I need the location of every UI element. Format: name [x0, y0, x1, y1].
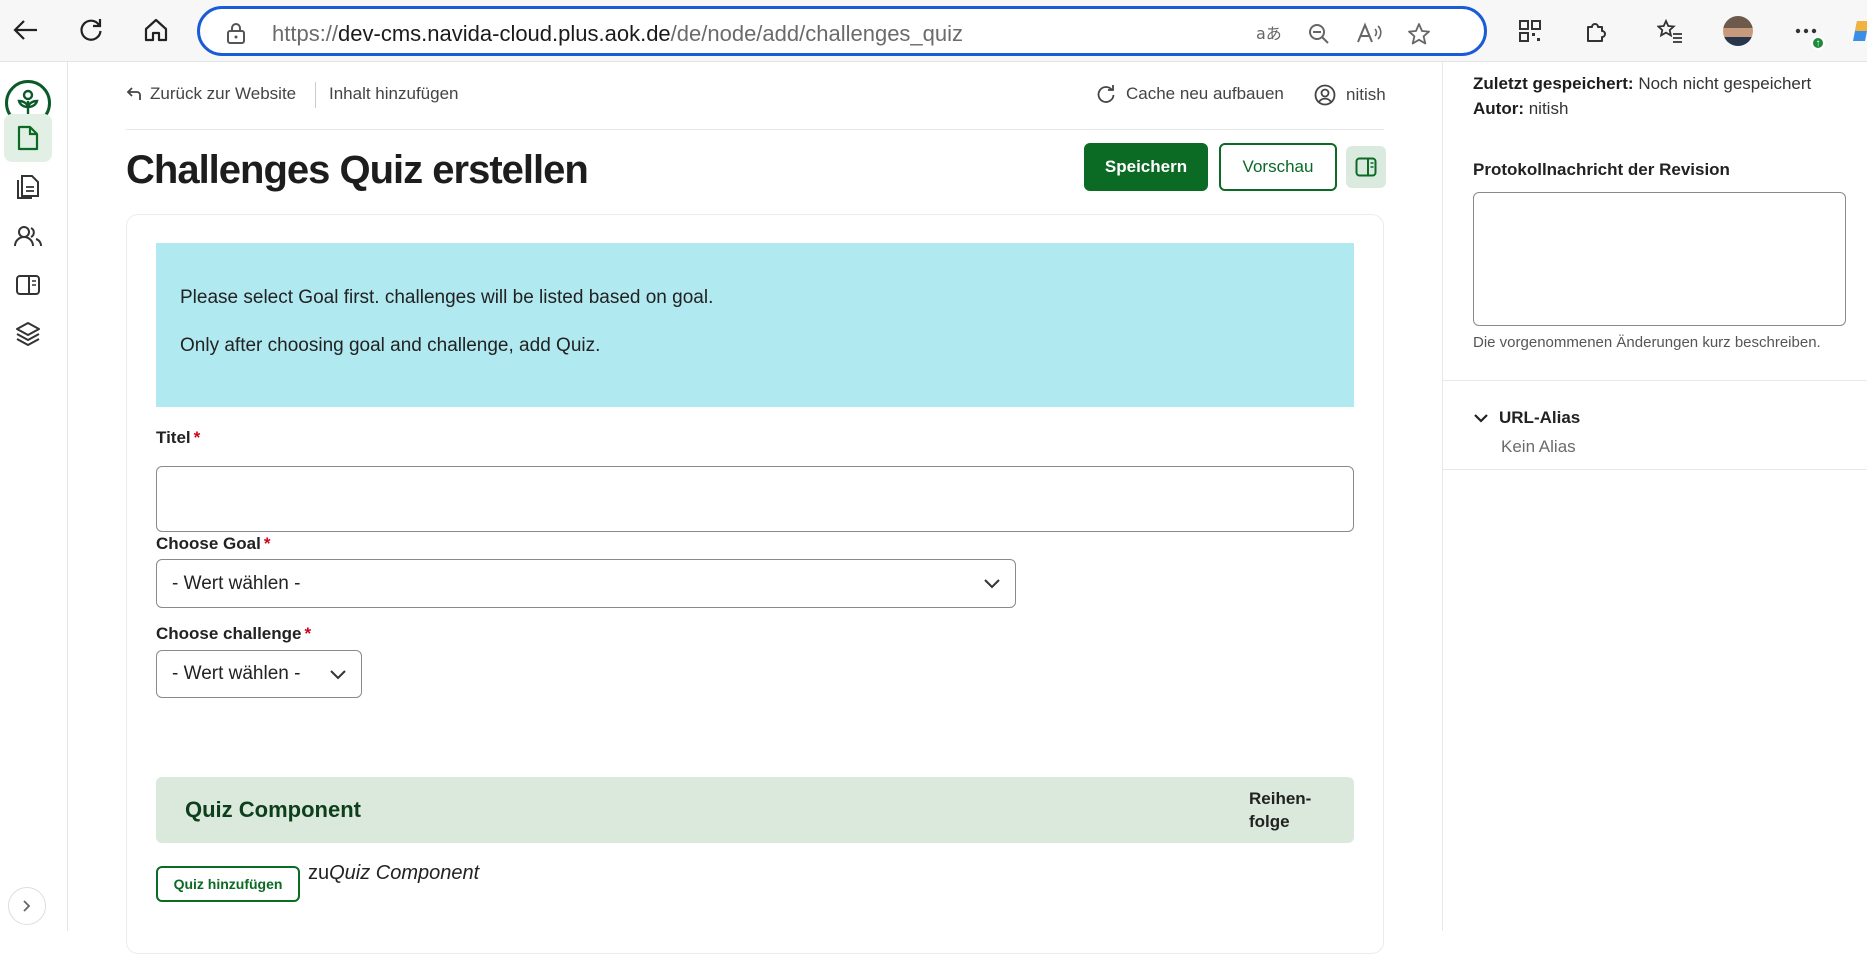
left-sidebar — [0, 62, 68, 931]
challenge-select-value: - Wert wählen - — [172, 663, 301, 684]
return-arrow-icon — [126, 87, 141, 100]
back-arrow-icon[interactable] — [6, 10, 46, 50]
author: Autor: nitish — [1473, 99, 1568, 119]
content-document-icon[interactable] — [4, 114, 52, 162]
challenge-label-text: Choose challenge — [156, 624, 302, 643]
user-circle-icon — [1314, 84, 1336, 106]
user-menu[interactable]: nitish — [1314, 84, 1386, 106]
layout-icon[interactable] — [4, 261, 52, 309]
quiz-component-table-header: Quiz Component Reihen- folge — [156, 777, 1354, 843]
read-aloud-icon[interactable] — [1356, 21, 1382, 47]
goal-field-label: Choose Goal * — [156, 534, 270, 554]
chevron-down-icon — [330, 670, 346, 680]
row-order-label-1: Reihen- — [1249, 789, 1312, 808]
quiz-component-title: Quiz Component — [185, 797, 361, 822]
required-marker: * — [263, 534, 271, 553]
rebuild-cache-label: Cache neu aufbauen — [1126, 84, 1284, 103]
profile-avatar[interactable] — [1721, 14, 1755, 48]
author-label: Autor: — [1473, 99, 1524, 118]
topbar-divider — [315, 82, 316, 108]
form-card: Please select Goal first. challenges wil… — [126, 214, 1384, 954]
user-name: nitish — [1346, 85, 1386, 104]
title-field-label: Titel * — [156, 428, 200, 448]
meta-sidebar: Zuletzt gespeichert: Noch nicht gespeich… — [1442, 62, 1867, 931]
refresh-cache-icon — [1097, 85, 1115, 103]
qr-code-icon[interactable] — [1513, 14, 1547, 48]
add-quiz-button[interactable]: Quiz hinzufügen — [156, 866, 300, 902]
title-label-text: Titel — [156, 428, 191, 447]
required-marker: * — [193, 428, 201, 447]
expand-sidebar-chevron-icon[interactable] — [8, 887, 46, 925]
copilot-icon[interactable] — [1845, 14, 1867, 48]
section-divider — [1443, 469, 1867, 470]
url-alias-value: Kein Alias — [1501, 437, 1576, 456]
add-content-link[interactable]: Inhalt hinzufügen — [329, 84, 459, 104]
row-order-label-2: folge — [1249, 812, 1290, 831]
info-line-goal: Please select Goal first. challenges wil… — [180, 287, 714, 308]
update-arrow-icon: ↑ — [1811, 36, 1825, 50]
info-line-quiz: Only after choosing goal and challenge, … — [180, 335, 601, 356]
author-value: nitish — [1528, 99, 1569, 118]
layers-icon[interactable] — [4, 310, 52, 358]
favorites-list-icon[interactable] — [1653, 14, 1687, 48]
lock-icon[interactable] — [226, 22, 246, 49]
add-quiz-target: zuQuiz Component — [308, 862, 479, 885]
last-saved-label: Zuletzt gespeichert: — [1473, 74, 1634, 93]
revision-log-label: Protokollnachricht der Revision — [1473, 160, 1730, 179]
documents-icon[interactable] — [4, 163, 52, 211]
main-content: Zurück zur Website Inhalt hinzufügen Cac… — [68, 62, 1442, 954]
address-bar[interactable]: https://dev-cms.navida-cloud.plus.aok.de… — [197, 6, 1487, 56]
url-scheme: https:// — [272, 21, 339, 46]
chevron-down-icon — [984, 579, 1000, 589]
zoom-out-icon[interactable] — [1306, 21, 1332, 47]
save-button[interactable]: Speichern — [1084, 143, 1208, 191]
browser-toolbar: https://dev-cms.navida-cloud.plus.aok.de… — [0, 0, 1867, 62]
add-quiz-prefix: zu — [308, 862, 330, 884]
last-saved-value: Noch nicht gespeichert — [1638, 74, 1812, 93]
home-icon[interactable] — [136, 10, 176, 50]
revision-log-description: Die vorgenommenen Änderungen kurz beschr… — [1473, 334, 1821, 351]
url-path: /de/node/add/challenges_quiz — [670, 21, 964, 46]
url-host: dev-cms.navida-cloud.plus.aok.de — [338, 21, 671, 46]
toggle-sidebar-panel-icon[interactable] — [1346, 146, 1386, 188]
goal-select[interactable]: - Wert wählen - — [156, 559, 1016, 608]
users-icon[interactable] — [4, 212, 52, 260]
challenge-select[interactable]: - Wert wählen - — [156, 650, 362, 698]
goal-label-text: Choose Goal — [156, 534, 261, 553]
extensions-icon[interactable] — [1579, 14, 1613, 48]
challenge-field-label: Choose challenge * — [156, 624, 311, 644]
favorite-star-icon[interactable] — [1406, 21, 1432, 47]
back-to-website-link[interactable]: Zurück zur Website — [126, 84, 296, 104]
admin-topbar: Zurück zur Website Inhalt hinzufügen Cac… — [126, 62, 1386, 130]
more-options-icon[interactable]: ↑ — [1789, 14, 1825, 50]
last-saved: Zuletzt gespeichert: Noch nicht gespeich… — [1473, 74, 1811, 94]
rebuild-cache-link[interactable]: Cache neu aufbauen — [1096, 84, 1284, 104]
chevron-down-icon — [1474, 414, 1488, 423]
required-marker: * — [304, 624, 312, 643]
title-input[interactable] — [156, 466, 1354, 532]
preview-button[interactable]: Vorschau — [1219, 143, 1337, 191]
page-title: Challenges Quiz erstellen — [126, 148, 589, 192]
add-quiz-target-name: Quiz Component — [329, 862, 480, 884]
url-text[interactable]: https://dev-cms.navida-cloud.plus.aok.de… — [272, 21, 963, 47]
section-divider — [1443, 380, 1867, 381]
url-alias-toggle[interactable]: URL-Alias — [1473, 408, 1580, 428]
svg-text:aあ: aあ — [1256, 24, 1282, 43]
refresh-icon[interactable] — [71, 10, 111, 50]
back-to-website-label: Zurück zur Website — [150, 84, 297, 103]
revision-log-textarea[interactable] — [1473, 192, 1846, 326]
row-order-toggle[interactable]: Reihen- folge — [1249, 787, 1311, 833]
info-message: Please select Goal first. challenges wil… — [156, 243, 1354, 407]
translate-icon[interactable]: aあ — [1256, 21, 1282, 47]
goal-select-value: - Wert wählen - — [172, 572, 301, 594]
url-alias-label: URL-Alias — [1499, 408, 1581, 427]
